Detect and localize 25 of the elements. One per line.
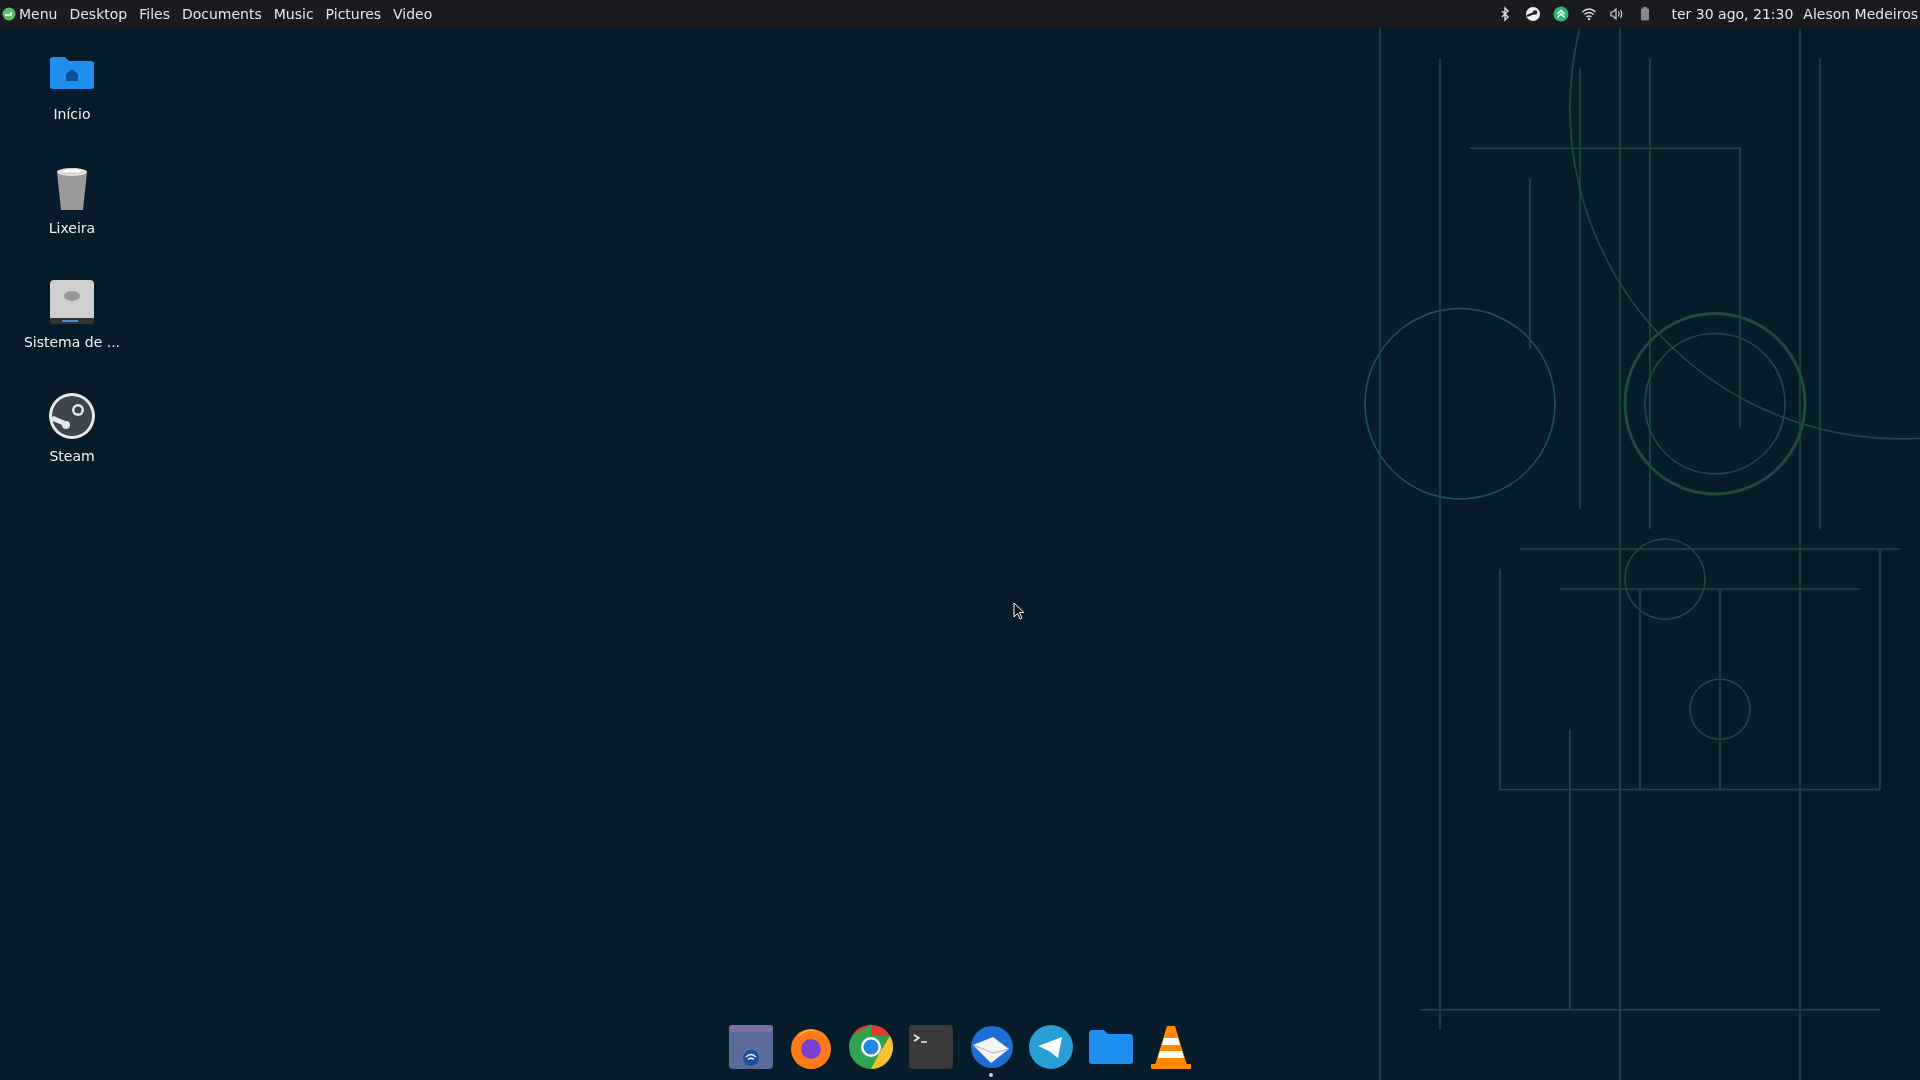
network-window-icon[interactable] bbox=[727, 1023, 775, 1071]
desktop-icon-label: Lixeira bbox=[48, 220, 96, 236]
desktop-icon-label: Início bbox=[53, 106, 91, 122]
chrome-icon[interactable] bbox=[847, 1023, 895, 1071]
wifi-icon[interactable] bbox=[1581, 6, 1598, 22]
menu-button[interactable]: Menu bbox=[0, 0, 64, 28]
mouse-pointer-icon bbox=[1013, 602, 1025, 620]
user-name[interactable]: Aleson Medeiros bbox=[1803, 6, 1918, 22]
steam-logo-icon bbox=[48, 392, 96, 440]
hard-drive-icon bbox=[48, 278, 96, 326]
places-menu-item[interactable]: Music bbox=[267, 0, 320, 28]
desktop-icon[interactable]: Início bbox=[10, 50, 134, 122]
places-menu-item[interactable]: Pictures bbox=[319, 0, 388, 28]
places-menu-item[interactable]: Video bbox=[387, 0, 439, 28]
places-menu-item[interactable]: Documents bbox=[175, 0, 268, 28]
desktop-icon[interactable]: Lixeira bbox=[10, 164, 134, 236]
clock[interactable]: ter 30 ago, 21:30 bbox=[1671, 6, 1794, 22]
places-menu-item[interactable]: Files bbox=[133, 0, 176, 28]
desktop-icon[interactable]: Steam bbox=[10, 392, 134, 464]
places-menu-item[interactable]: Desktop bbox=[63, 0, 134, 28]
desktop-icon-label: Steam bbox=[49, 448, 95, 464]
desktop-icon-label: Sistema de ... bbox=[23, 334, 121, 350]
telegram-icon[interactable] bbox=[1027, 1023, 1075, 1071]
desktop-icon[interactable]: Sistema de ... bbox=[10, 278, 134, 350]
update-icon[interactable] bbox=[1553, 6, 1570, 22]
